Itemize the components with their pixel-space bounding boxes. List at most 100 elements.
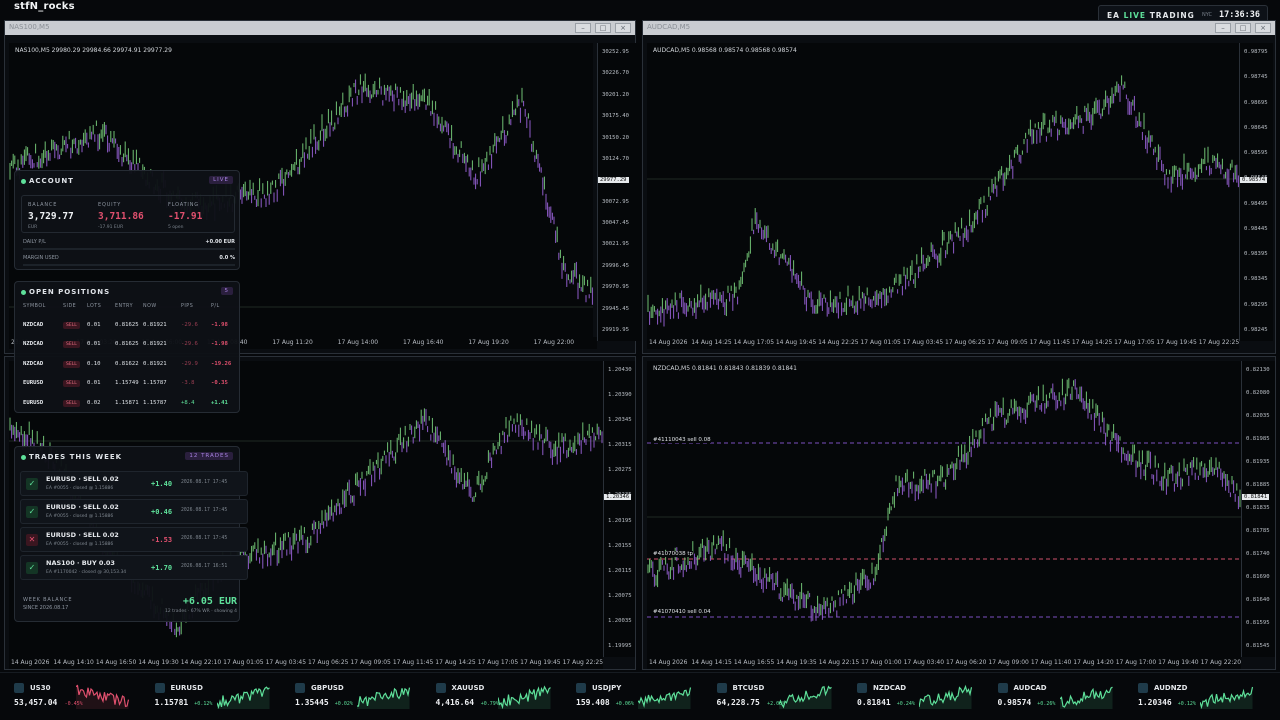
ticker-item[interactable]: BTCUSD 64,228.75 +2.05%	[716, 679, 851, 715]
price-tick: 29996.45	[602, 262, 629, 269]
ticker-item[interactable]: NZDCAD 0.81841 +0.24%	[857, 679, 991, 715]
maximize-button[interactable]: □	[1235, 23, 1251, 33]
margin-value: 0.0 %	[219, 255, 235, 261]
time-tick: 17 Aug 19:45	[1156, 339, 1197, 346]
ticker-item[interactable]: EURUSD 1.15781 +0.12%	[154, 679, 289, 715]
trade-pl: +1.70	[151, 564, 173, 572]
position-row[interactable]: NZDCAD 0.01 0.81625 0.81921 -29.6 -1.98 SELL	[15, 335, 239, 354]
ticker-item[interactable]: AUDCAD 0.98574 +0.26%	[997, 679, 1132, 715]
minimize-button[interactable]: –	[575, 23, 591, 33]
price-axis[interactable]: 30252.95 30226.70 30201.20 30175.40 30150.20…	[597, 43, 641, 341]
symbol-icon	[14, 683, 24, 693]
time-tick: 17 Aug 03:45	[902, 339, 944, 346]
account-panel: ACCOUNT LIVE BALANCE 3,729.77 EUR EQUITY…	[14, 170, 240, 270]
price-tick: 1.20075	[608, 592, 632, 599]
ticker-change: +0.26%	[1037, 701, 1056, 707]
minimize-button[interactable]: –	[1215, 23, 1231, 33]
trade-row[interactable]: ✓ EURUSD · SELL 0.02 EA #0055 · closed @ 1…	[20, 499, 248, 524]
price-axis[interactable]: 0.82130 0.82080 0.82035 0.81985 0.81935 0.818…	[1241, 361, 1275, 657]
time-axis[interactable]: 14 Aug 2026 14 Aug 14:15 14 Aug 16:55 14 Au…	[647, 657, 1241, 669]
close-button[interactable]: ×	[1255, 23, 1271, 33]
margin-bar	[23, 264, 235, 266]
price-tick: 0.81785	[1246, 528, 1270, 534]
trade-time: 2026.08.17 17:45	[181, 480, 228, 485]
current-price-tag: 0.98574	[1240, 177, 1268, 183]
trade-row[interactable]: ✓ NAS100 · BUY 0.03 EA #1170042 · closed @…	[20, 555, 248, 580]
chart-window-nzdcad[interactable]: NZDCAD,M5 0.81841 0.81843 0.81839 0.8184…	[642, 356, 1276, 670]
ticker-item[interactable]: US30 53,457.04 -0.45%	[14, 679, 148, 715]
symbol-icon	[435, 683, 446, 693]
timezone-label: NYC	[1202, 12, 1213, 18]
price-tick: 30021.95	[602, 241, 629, 248]
ticker-change: +0.02%	[334, 701, 353, 707]
positions-column-header: ENTRY	[115, 304, 134, 309]
symbol-icon	[295, 683, 305, 693]
position-pips: -29.9	[181, 360, 198, 367]
time-tick: 14 Aug 22:25	[818, 339, 859, 346]
time-tick: 14 Aug 19:30	[138, 659, 179, 666]
order-label[interactable]: #41110043 sell 0.08	[653, 437, 711, 443]
position-row[interactable]: NZDCAD 0.10 0.81622 0.81921 -29.9 -19.26 SELL	[15, 355, 239, 374]
ticker-item[interactable]: AUDNZD 1.20346 +0.12%	[1138, 679, 1272, 715]
trade-row[interactable]: ✕ EURUSD · SELL 0.02 EA #0055 · closed @ 1…	[20, 527, 248, 552]
order-label[interactable]: #41070410 sell 0.04	[653, 609, 711, 615]
time-tick: 17 Aug 16:40	[403, 339, 444, 346]
week-balance-value: +6.05 EUR	[182, 596, 237, 607]
chart-window-audcad[interactable]: AUDCAD,M5 – □ × AUDCAD,M5 0.98568 0.9857…	[642, 20, 1276, 354]
position-row[interactable]: EURUSD 0.01 1.15749 1.15787 -3.8 -0.35 SELL	[15, 374, 239, 393]
price-tick: 0.81885	[1246, 482, 1270, 488]
daily-pl-label: DAILY P/L	[23, 239, 46, 245]
floating-value: -17.91	[168, 211, 203, 222]
daily-pl-value: +0.00 EUR	[205, 239, 235, 245]
balance-label: BALANCE	[28, 202, 58, 208]
status-dot	[21, 290, 26, 295]
trade-pl: +1.40	[151, 480, 173, 488]
time-axis[interactable]: 14 Aug 2026 14 Aug 14:25 14 Aug 17:05 14 Au…	[647, 337, 1239, 349]
window-title: NAS100,M5	[9, 23, 50, 31]
ticker-item[interactable]: USDJPY 159.408 +0.06%	[576, 679, 710, 715]
price-tick: 0.81545	[1246, 643, 1270, 649]
close-button[interactable]: ×	[615, 23, 631, 33]
price-tick: 30252.95	[602, 49, 629, 55]
price-tick: 0.81835	[1246, 505, 1270, 511]
candlestick-chart[interactable]: AUDCAD,M5 0.98568 0.98574 0.98568 0.9857…	[647, 43, 1241, 341]
ticker-price: 1.35445	[295, 698, 329, 707]
candlestick-chart[interactable]: NZDCAD,M5 0.81841 0.81843 0.81839 0.8184…	[647, 361, 1241, 657]
ticker-item[interactable]: GBPUSD 1.35445 +0.02%	[295, 679, 429, 715]
price-tick: 0.98645	[1244, 124, 1268, 131]
positions-column-header: PIPS	[181, 304, 194, 309]
position-pl: +1.41	[211, 399, 228, 406]
position-row[interactable]: NZDCAD 0.01 0.81625 0.81921 -29.6 -1.98 SELL	[15, 316, 239, 335]
price-axis[interactable]: 1.204301.203901.203451.203151.202751.202…	[603, 361, 635, 657]
position-entry: 1.15749	[115, 380, 139, 387]
current-price-tag: 1.20346	[604, 494, 632, 500]
balance-value: 3,729.77	[28, 211, 74, 222]
time-tick: 14 Aug 17:05	[733, 339, 775, 346]
price-tick: 30150.20	[602, 134, 629, 141]
position-lots: 0.01	[87, 380, 101, 387]
ticker-bar: US30 53,457.04 -0.45% EURUSD 1.15781 +0.12% GB…	[0, 672, 1280, 720]
ticker-item[interactable]: XAUUSD 4,416.64 +0.79%	[435, 679, 570, 715]
position-row[interactable]: EURUSD 0.02 1.15871 1.15787 +8.4 +1.41 SELL	[15, 394, 239, 413]
equity-value: 3,711.86	[98, 211, 144, 222]
daily-pl-row: DAILY P/L +0.00 EUR	[23, 239, 235, 245]
price-tick: 0.81640	[1246, 597, 1270, 603]
window-header[interactable]: AUDCAD,M5 – □ ×	[643, 21, 1275, 35]
order-label[interactable]: #41070038 tp	[653, 551, 693, 557]
ticker-symbol: NZDCAD	[873, 684, 907, 692]
ticker-symbol: AUDCAD	[1013, 684, 1047, 692]
equity-sub: -17.91 EUR	[98, 225, 124, 230]
window-header[interactable]: NAS100,M5 – □ ×	[5, 21, 635, 35]
position-now: 0.81921	[143, 322, 167, 328]
price-tick: 0.81985	[1246, 436, 1270, 442]
trade-time: 2026.08.17 17:45	[181, 536, 228, 541]
sparkline	[76, 684, 130, 709]
panel-title: TRADES THIS WEEK	[29, 453, 123, 461]
sparkline-fill	[76, 685, 129, 709]
time-axis[interactable]: 14 Aug 2026 14 Aug 14:10 14 Aug 16:50 14 Au…	[9, 657, 603, 669]
price-axis[interactable]: 0.98795 0.98745 0.98695 0.98645 0.98595 0.985…	[1239, 43, 1273, 341]
maximize-button[interactable]: □	[595, 23, 611, 33]
time-tick: 17 Aug 01:00	[861, 659, 902, 666]
time-tick: 14 Aug 2026	[649, 339, 688, 346]
trade-row[interactable]: ✓ EURUSD · SELL 0.02 EA #0055 · closed @ 1…	[20, 471, 248, 496]
